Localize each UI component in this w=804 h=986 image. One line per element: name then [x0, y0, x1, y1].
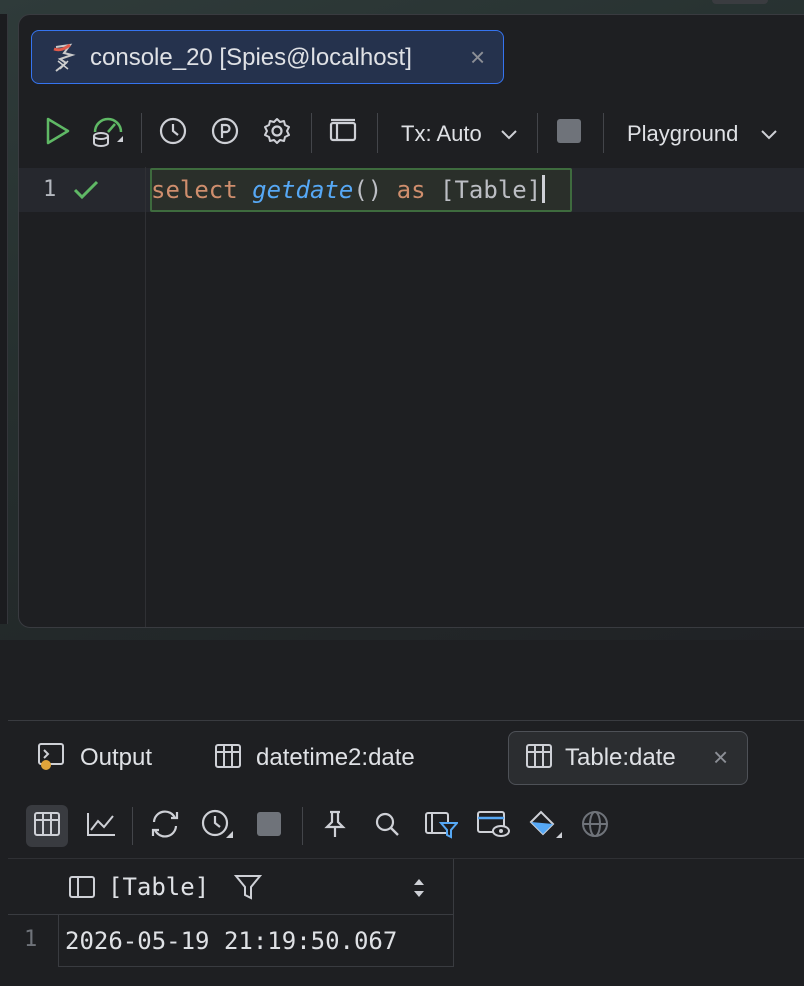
row-number-header	[8, 859, 58, 915]
sort-icon[interactable]	[412, 877, 426, 904]
tab-console-20[interactable]: console_20 [Spies@localhost] ×	[31, 30, 504, 84]
tab-table-date[interactable]: Table:date ×	[508, 731, 748, 785]
table-icon	[525, 743, 553, 774]
table-view-button[interactable]	[26, 805, 68, 847]
sql-server-icon	[50, 43, 78, 73]
settings-button[interactable]	[259, 115, 295, 151]
editor-tab-bar: console_20 [Spies@localhost] ×	[19, 15, 804, 101]
left-tool-strip	[0, 14, 8, 624]
geo-view-button[interactable]	[574, 805, 616, 847]
results-panel: Output datetime2:date Table:date × [Tabl…	[8, 720, 804, 986]
clock-icon	[200, 808, 234, 845]
text-caret	[542, 175, 546, 203]
color-fill-button[interactable]	[524, 805, 566, 847]
toolbar-separator	[603, 113, 604, 153]
search-button[interactable]	[366, 805, 408, 847]
chevron-down-icon	[501, 127, 517, 145]
stop-button[interactable]	[248, 805, 290, 847]
run-button[interactable]	[39, 115, 75, 151]
sql-statement[interactable]: select getdate() as [Table]	[151, 175, 546, 204]
auto-refresh-button[interactable]	[196, 805, 238, 847]
pin-icon	[322, 809, 348, 844]
column-header[interactable]: [Table]	[58, 859, 454, 915]
view-settings-button[interactable]	[472, 805, 514, 847]
column-name: [Table]	[108, 873, 210, 901]
parameter-p-icon	[210, 116, 240, 151]
play-icon	[43, 116, 71, 151]
line-chart-icon	[85, 810, 117, 843]
toolbar-separator	[537, 113, 538, 153]
top-edge-widget	[712, 0, 768, 4]
results-toolbar	[8, 793, 804, 859]
editor-toolbar: Tx: Auto Playground	[19, 101, 804, 165]
stop-button[interactable]	[551, 115, 587, 151]
parentheses: ()	[353, 176, 383, 204]
globe-icon	[580, 809, 610, 844]
console-output-icon	[36, 741, 66, 776]
paint-bucket-icon	[527, 808, 563, 845]
table-icon	[33, 811, 61, 842]
transaction-mode-dropdown[interactable]: Tx: Auto	[401, 121, 482, 147]
refresh-icon	[149, 809, 181, 844]
gutter-divider	[145, 167, 146, 627]
toolbar-separator	[311, 113, 312, 153]
alias-identifier: [Table]	[440, 176, 542, 204]
keyword-as: as	[396, 176, 426, 204]
refresh-button[interactable]	[144, 805, 186, 847]
toolbar-separator	[302, 807, 303, 845]
chevron-down-icon	[761, 127, 777, 145]
schema-dropdown[interactable]: Playground	[627, 121, 738, 147]
close-icon[interactable]: ×	[470, 43, 485, 71]
column-type-icon	[68, 875, 96, 904]
toolbar-separator	[377, 113, 378, 153]
stop-icon	[556, 118, 582, 149]
keyword-select: select	[151, 176, 238, 204]
function-getdate: getdate	[252, 176, 354, 204]
history-button[interactable]	[155, 115, 191, 151]
filter-table-icon	[424, 809, 460, 844]
toolbar-separator	[132, 807, 133, 845]
tab-label: console_20 [Spies@localhost]	[90, 44, 412, 71]
results-tab-bar: Output datetime2:date Table:date ×	[8, 721, 804, 793]
table-icon	[214, 743, 242, 774]
tab-label: Table:date	[565, 744, 676, 771]
row-number: 1	[24, 927, 38, 952]
chart-view-button[interactable]	[80, 805, 122, 847]
editor-panel: console_20 [Spies@localhost] × Tx: Auto …	[18, 14, 804, 628]
close-icon[interactable]: ×	[713, 742, 728, 773]
datasource-button[interactable]	[89, 115, 125, 151]
line-number: 1	[43, 177, 57, 202]
panel-layout-icon	[328, 116, 358, 151]
eye-table-icon	[476, 809, 510, 844]
pin-button[interactable]	[314, 805, 356, 847]
database-dashboard-icon	[89, 114, 125, 153]
code-editor[interactable]: 1 select getdate() as [Table]	[19, 167, 804, 627]
search-icon	[373, 810, 401, 843]
check-icon	[73, 179, 99, 206]
tab-datetime2-date[interactable]: datetime2:date	[214, 731, 474, 785]
tab-output[interactable]: Output	[36, 731, 206, 785]
results-grid: [Table] 1 2026-05-19 21:19:50.067	[8, 859, 804, 986]
filter-icon[interactable]	[233, 873, 263, 906]
stop-icon	[256, 811, 282, 842]
table-cell[interactable]: 2026-05-19 21:19:50.067	[65, 927, 397, 955]
parameters-button[interactable]	[207, 115, 243, 151]
clock-icon	[158, 116, 188, 151]
filter-button[interactable]	[420, 805, 462, 847]
table-row[interactable]: 2026-05-19 21:19:50.067	[58, 915, 454, 967]
gear-icon	[262, 116, 292, 151]
toolbar-separator	[141, 113, 142, 153]
tab-label: datetime2:date	[256, 744, 415, 771]
tab-label: Output	[80, 744, 153, 771]
layout-button[interactable]	[325, 115, 361, 151]
